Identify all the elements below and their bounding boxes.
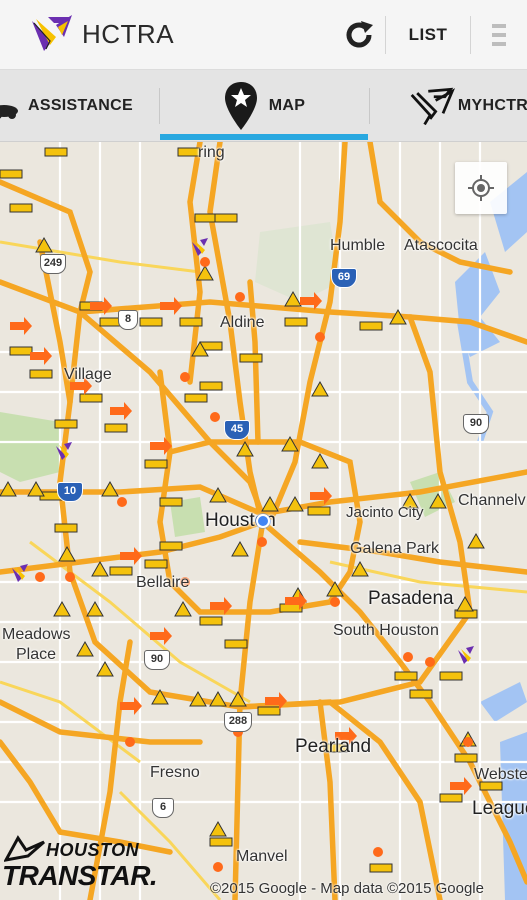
tab-map[interactable]: MAP bbox=[160, 70, 368, 141]
place-label: ring bbox=[198, 144, 225, 161]
place-label: Atascocita bbox=[404, 237, 478, 254]
place-label: League bbox=[472, 798, 527, 819]
hctra-logo bbox=[32, 14, 72, 51]
place-label: Fresno bbox=[150, 764, 200, 781]
tab-assistance-label: ASSISTANCE bbox=[28, 97, 133, 114]
route-shield: 6 bbox=[152, 798, 174, 818]
tab-map-label: MAP bbox=[268, 97, 306, 114]
route-shield: 10 bbox=[57, 482, 83, 502]
map-copyright: ©2015 Google - Map data ©2015 Google bbox=[210, 880, 484, 897]
place-label: Jacinto City bbox=[346, 504, 424, 521]
transtar-line1: HOUSTON bbox=[46, 840, 140, 860]
route-shield: 249 bbox=[40, 254, 66, 274]
tab-myhctra[interactable]: MYHCTRA bbox=[370, 70, 527, 141]
place-label: Humble bbox=[330, 237, 386, 254]
place-label: Webster bbox=[474, 766, 527, 783]
place-label: Meadows bbox=[2, 626, 71, 643]
overflow-menu-button[interactable] bbox=[471, 9, 527, 61]
refresh-icon bbox=[346, 20, 373, 47]
place-label: Channelv bbox=[458, 492, 526, 509]
route-shield: 69 bbox=[331, 268, 357, 288]
list-button[interactable]: LIST bbox=[386, 25, 470, 45]
place-label: Pasadena bbox=[368, 588, 454, 609]
app-bar: HCTRA LIST bbox=[0, 0, 527, 70]
route-shield: 288 bbox=[224, 712, 252, 732]
transtar-line2: TRANSTAR. bbox=[2, 860, 158, 891]
place-label: South Houston bbox=[333, 622, 439, 639]
place-label: Manvel bbox=[236, 848, 288, 865]
crosshair-icon bbox=[468, 175, 494, 201]
tab-myhctra-label: MYHCTRA bbox=[457, 97, 527, 114]
hctra-mark-icon bbox=[410, 87, 456, 126]
my-location-button[interactable] bbox=[455, 162, 507, 214]
tab-bar: ASSISTANCE MAP MYHCTRA bbox=[0, 70, 527, 142]
place-label: Pearland bbox=[295, 736, 372, 757]
place-label: Galena Park bbox=[350, 540, 439, 557]
houston-transtar-logo: HOUSTON TRANSTAR. bbox=[2, 832, 158, 892]
route-shield: 45 bbox=[224, 420, 250, 440]
refresh-button[interactable] bbox=[333, 9, 385, 61]
current-location-marker bbox=[256, 514, 270, 528]
app-title: HCTRA bbox=[82, 19, 175, 49]
tab-assistance[interactable]: ASSISTANCE bbox=[0, 70, 158, 141]
traffic-map[interactable]: ring Humble Atascocita Aldine Village Ho… bbox=[0, 142, 527, 900]
route-shield: 8 bbox=[118, 310, 138, 330]
place-label: Village bbox=[64, 366, 112, 383]
route-shield: 90 bbox=[144, 650, 170, 670]
place-label: Place bbox=[16, 646, 57, 663]
place-label: Bellaire bbox=[136, 574, 190, 591]
tow-truck-icon bbox=[0, 105, 18, 119]
route-shield: 90 bbox=[463, 414, 489, 434]
active-tab-indicator bbox=[160, 134, 368, 140]
place-label: Aldine bbox=[220, 314, 265, 331]
map-pin-star-icon bbox=[224, 82, 257, 130]
